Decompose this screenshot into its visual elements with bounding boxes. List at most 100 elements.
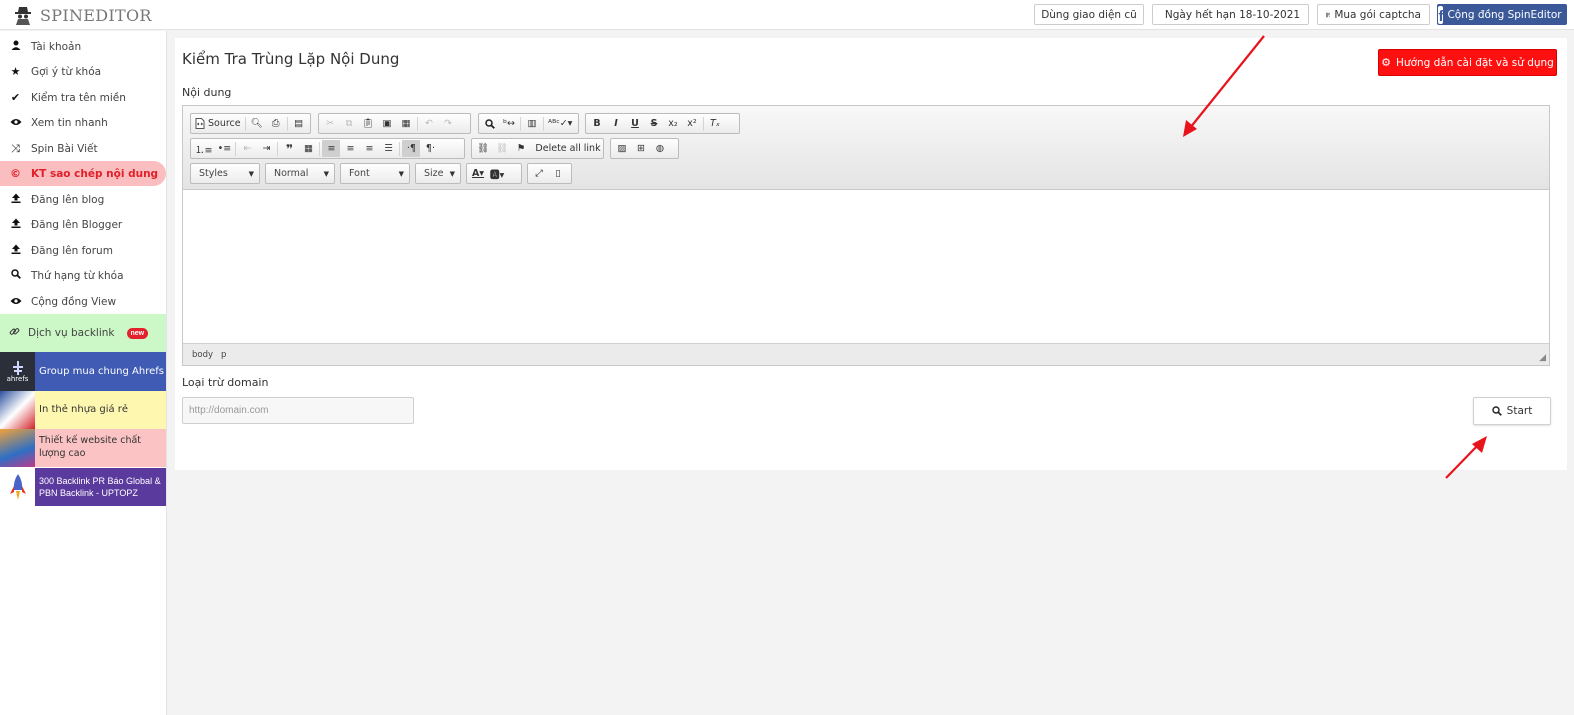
ad-plastic-card[interactable]: In thẻ nhựa giá rẻ: [0, 391, 166, 429]
sidebar-item-spin-article[interactable]: ⤨ Spin Bài Viết: [0, 136, 166, 161]
sidebar-item-keyword-suggest[interactable]: ★ Gợi ý từ khóa: [0, 59, 166, 84]
sidebar-item-quick-news[interactable]: Xem tin nhanh: [0, 110, 166, 135]
bulleted-list-button[interactable]: •≡: [215, 140, 233, 157]
app-logo[interactable]: SPINEDITOR: [14, 3, 152, 27]
paste-text-button[interactable]: ▣: [378, 115, 396, 132]
source-label: Source: [208, 118, 241, 129]
ad-website-design[interactable]: Thiết kế website chất lượng cao: [0, 429, 166, 467]
iframe-button[interactable]: ◍: [651, 140, 669, 157]
expiry-button[interactable]: Ngày hết hạn 18-10-2021: [1152, 4, 1309, 25]
bold-button[interactable]: B: [588, 115, 606, 132]
sidebar-item-post-blogger[interactable]: Đăng lên Blogger: [0, 212, 166, 237]
guide-button[interactable]: ⚙ Hướng dẫn cài đặt và sử dụng: [1378, 49, 1557, 76]
print-button[interactable]: ⎙: [267, 115, 285, 132]
table-button[interactable]: ⊞: [632, 140, 650, 157]
undo-button[interactable]: ↶: [420, 115, 438, 132]
div-button[interactable]: ▦: [299, 140, 317, 157]
paste-button[interactable]: 📋︎: [359, 115, 377, 132]
show-blocks-button[interactable]: ▯: [549, 165, 567, 182]
ad-backlink-uptopz[interactable]: 300 Backlink PR Báo Global & PBN Backlin…: [0, 468, 166, 506]
link-icon: ⛓: [476, 143, 490, 154]
subscript-icon: x₂: [668, 118, 678, 129]
sidebar-item-community-view[interactable]: Cộng đồng View: [0, 289, 166, 314]
sidebar-item-domain-check[interactable]: ✔ Kiểm tra tên miền: [0, 85, 166, 110]
bg-color-button[interactable]: 🅰︎▾: [488, 165, 506, 182]
templates-button[interactable]: ▤: [290, 115, 308, 132]
find-button[interactable]: [481, 115, 499, 132]
expiry-label: Ngày hết hạn 18-10-2021: [1164, 8, 1301, 21]
remove-format-button[interactable]: Tₓ: [706, 115, 724, 132]
start-button[interactable]: Start: [1473, 397, 1551, 425]
rtl-button[interactable]: ¶·: [421, 140, 439, 157]
align-right-icon: ≡: [365, 143, 374, 154]
sidebar-item-post-forum[interactable]: Đăng lên forum: [0, 238, 166, 263]
paste-word-button[interactable]: ▦: [397, 115, 415, 132]
image-button[interactable]: ▨: [613, 140, 631, 157]
basic-style-tools: B I U S x₂ x² Tₓ: [585, 113, 740, 134]
facebook-community-button[interactable]: f Cộng đồng SpinEditor: [1437, 4, 1567, 25]
size-dropdown[interactable]: Size ▼: [415, 163, 461, 184]
editor-content-area[interactable]: [183, 190, 1549, 344]
delete-all-link-button[interactable]: Delete all link: [535, 140, 601, 157]
font-dropdown[interactable]: Font ▼: [340, 163, 410, 184]
ahrefs-icon: [12, 360, 23, 375]
old-ui-button[interactable]: Dùng giao diện cũ: [1034, 4, 1144, 25]
unlink-icon: ⛓: [495, 143, 509, 154]
sidebar-item-account[interactable]: Tài khoản: [0, 34, 166, 59]
strike-button[interactable]: S: [645, 115, 663, 132]
styles-dropdown[interactable]: Styles ▼: [190, 163, 260, 184]
replace-button[interactable]: ᵇ↔: [500, 115, 518, 132]
globe-icon: ◍: [655, 143, 665, 154]
path-element-p[interactable]: p: [221, 350, 226, 360]
strikethrough-icon: S: [650, 118, 658, 129]
format-dropdown[interactable]: Normal ▼: [265, 163, 335, 184]
indent-icon: ⇥: [262, 143, 271, 154]
toolbar-separator: [319, 141, 321, 156]
italic-button[interactable]: I: [607, 115, 625, 132]
text-color-button[interactable]: A▾: [469, 165, 487, 182]
superscript-button[interactable]: x²: [683, 115, 701, 132]
cut-button[interactable]: ✂: [321, 115, 339, 132]
spellcheck-button[interactable]: ᴬᴮᶜ✓▾: [546, 115, 574, 132]
link-button[interactable]: ⛓: [474, 140, 492, 157]
sidebar-item-label: Gợi ý từ khóa: [31, 65, 102, 78]
align-center-button[interactable]: ≡: [341, 140, 359, 157]
templates-icon: ▤: [294, 118, 304, 129]
copy-button[interactable]: ⧉: [340, 115, 358, 132]
dropdown-arrow-icon: ▼: [449, 169, 455, 178]
new-badge: new: [126, 327, 149, 339]
subscript-button[interactable]: x₂: [664, 115, 682, 132]
sidebar-item-keyword-rank[interactable]: Thứ hạng từ khóa: [0, 263, 166, 288]
resize-grip-icon[interactable]: ◢: [1539, 353, 1546, 363]
sidebar-item-backlink-service[interactable]: Dịch vụ backlink new: [0, 314, 166, 352]
buy-captcha-button[interactable]: Mua gói captcha: [1317, 4, 1430, 25]
numbered-list-button[interactable]: ⒈≡: [193, 140, 214, 157]
exclude-domain-input[interactable]: [182, 397, 414, 424]
source-button[interactable]: Source: [193, 115, 243, 132]
ad-ahrefs-group[interactable]: ahrefs Group mua chung Ahrefs: [0, 352, 166, 391]
anchor-button[interactable]: ⚑: [512, 140, 530, 157]
unlink-button[interactable]: ⛓: [493, 140, 511, 157]
rocket-icon: [9, 474, 26, 500]
underline-button[interactable]: U: [626, 115, 644, 132]
align-left-button[interactable]: ≡: [322, 140, 341, 157]
blockquote-button[interactable]: ❞: [280, 140, 298, 157]
sidebar-item-copy-check[interactable]: © KT sao chép nội dung: [0, 161, 166, 186]
outdent-button[interactable]: ⇤: [238, 140, 256, 157]
select-all-icon: ▥: [527, 118, 537, 129]
preview-button[interactable]: 🔍︎: [248, 115, 266, 132]
ad-thumbnail: ahrefs: [0, 352, 35, 391]
bold-icon: B: [593, 118, 601, 129]
redo-button[interactable]: ↷: [439, 115, 457, 132]
content-editor: Source 🔍︎ ⎙ ▤ ✂ ⧉ 📋︎ ▣ ▦ ↶ ↷ ᵇ↔ ▥ ᴬᴮᶜ✓▾ …: [182, 105, 1550, 366]
justify-button[interactable]: ☰: [379, 140, 397, 157]
facebook-icon: f: [1438, 5, 1444, 25]
user-icon: [0, 40, 31, 53]
path-element-body[interactable]: body: [192, 350, 213, 360]
select-all-button[interactable]: ▥: [523, 115, 541, 132]
align-right-button[interactable]: ≡: [360, 140, 378, 157]
indent-button[interactable]: ⇥: [257, 140, 275, 157]
sidebar-item-post-blog[interactable]: Đăng lên blog: [0, 187, 166, 212]
maximize-button[interactable]: ⤢: [530, 165, 548, 182]
ltr-button[interactable]: ·¶: [402, 140, 421, 157]
